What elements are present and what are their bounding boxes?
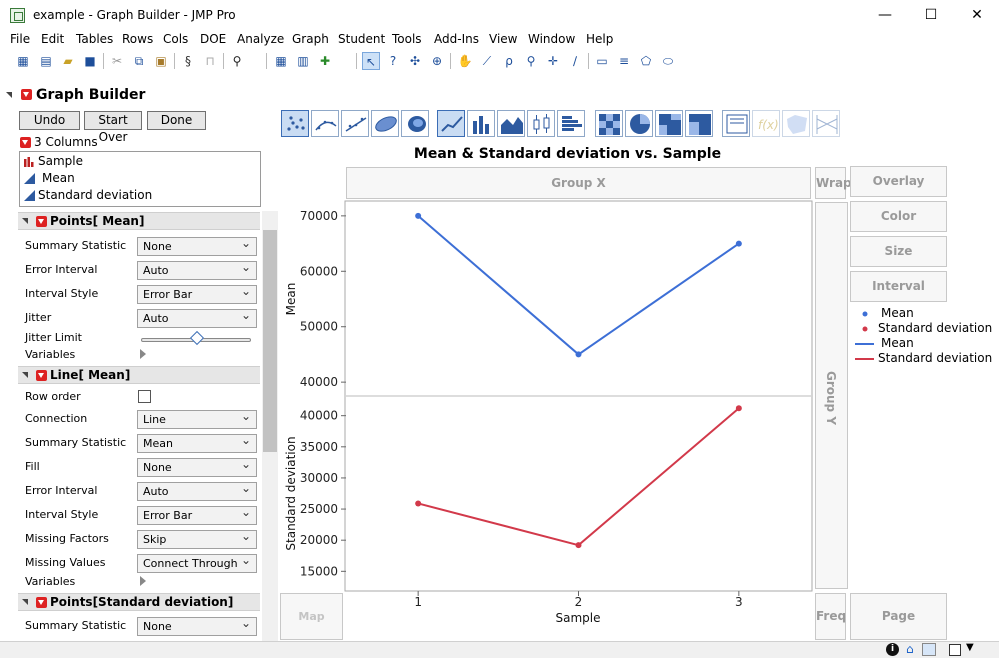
home-icon[interactable]: ⌂ bbox=[906, 642, 914, 656]
y-axis-label: Standard deviation bbox=[284, 436, 298, 550]
x-axis-label: Sample bbox=[556, 611, 601, 625]
legend-sd-point-icon bbox=[862, 326, 868, 332]
y-tick-label: 15000 bbox=[300, 564, 338, 578]
legend-label: Standard deviation bbox=[878, 351, 993, 365]
data-point bbox=[415, 212, 422, 219]
status-bar: i ⌂ ▼ bbox=[0, 641, 999, 658]
info-icon[interactable]: i bbox=[886, 643, 899, 656]
window-list-icon[interactable] bbox=[922, 643, 936, 656]
legend: Mean Standard deviation Mean Standard de… bbox=[850, 305, 993, 375]
legend-label: Standard deviation bbox=[878, 321, 993, 335]
data-point bbox=[575, 542, 582, 549]
x-tick-label: 2 bbox=[575, 595, 583, 609]
y-tick-label: 20000 bbox=[300, 533, 338, 547]
data-point bbox=[735, 240, 742, 247]
data-point bbox=[415, 500, 422, 507]
window-select-icon[interactable] bbox=[949, 644, 961, 656]
y-tick-label: 25000 bbox=[300, 502, 338, 516]
y-tick-label: 35000 bbox=[300, 440, 338, 454]
data-point bbox=[575, 351, 582, 358]
y-tick-label: 40000 bbox=[300, 409, 338, 423]
legend-mean-point-icon bbox=[862, 311, 868, 317]
x-tick-label: 1 bbox=[414, 595, 422, 609]
y-tick-label: 60000 bbox=[300, 264, 338, 278]
chevron-down-icon[interactable]: ▼ bbox=[966, 642, 974, 653]
y-axis-label: Mean bbox=[284, 283, 298, 316]
legend-label: Mean bbox=[881, 306, 914, 320]
y-tick-label: 30000 bbox=[300, 471, 338, 485]
x-tick-label: 3 bbox=[735, 595, 743, 609]
y-tick-label: 70000 bbox=[300, 209, 338, 223]
legend-label: Mean bbox=[881, 336, 914, 350]
y-tick-label: 40000 bbox=[300, 375, 338, 389]
y-tick-label: 50000 bbox=[300, 320, 338, 334]
data-point bbox=[735, 405, 742, 412]
